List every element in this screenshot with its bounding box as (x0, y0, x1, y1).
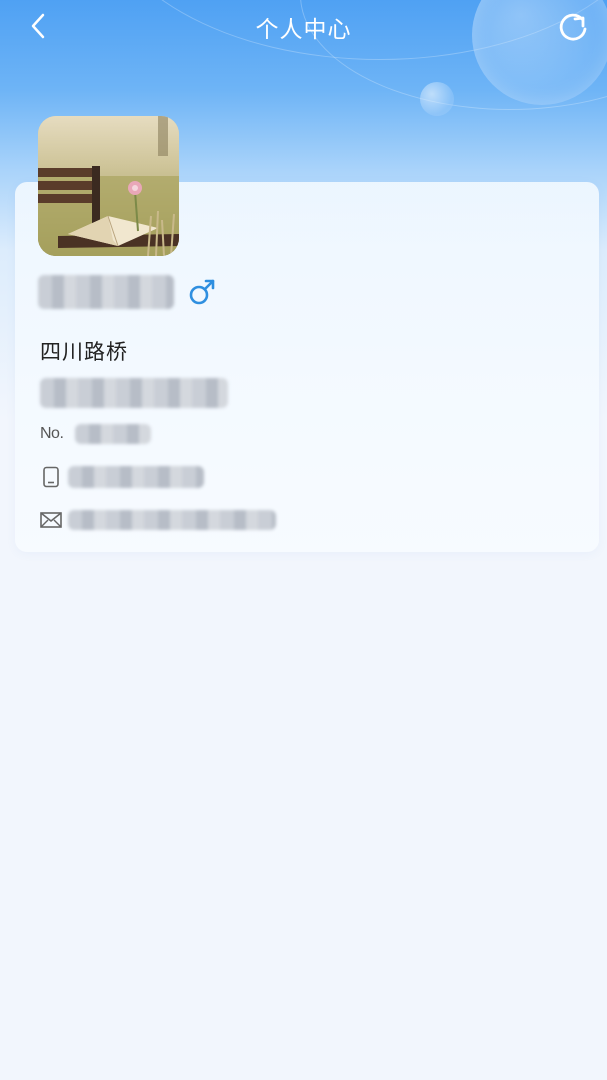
phone-row (40, 466, 204, 488)
department-redacted (40, 378, 228, 408)
page-title: 个人中心 (255, 16, 352, 42)
mail-icon (40, 509, 62, 531)
back-button[interactable] (22, 10, 54, 42)
name-row (38, 272, 216, 312)
id-number-redacted (75, 424, 152, 444)
user-name-redacted (38, 275, 174, 309)
department-row (40, 378, 228, 408)
phone-icon (40, 466, 62, 488)
email-row (40, 509, 276, 531)
phone-number-redacted (68, 466, 204, 488)
decor-bubble (420, 82, 454, 116)
organization-name: 四川路桥 (40, 341, 128, 364)
chevron-left-icon (31, 13, 45, 39)
avatar-image (38, 116, 179, 256)
refresh-icon (559, 13, 587, 41)
avatar[interactable] (38, 116, 179, 256)
id-label: No. (40, 425, 64, 442)
male-gender-icon (189, 279, 215, 305)
email-redacted (68, 510, 276, 530)
top-bar: 个人中心 (0, 0, 607, 54)
id-row: No. (40, 424, 152, 444)
refresh-button[interactable] (553, 7, 593, 47)
